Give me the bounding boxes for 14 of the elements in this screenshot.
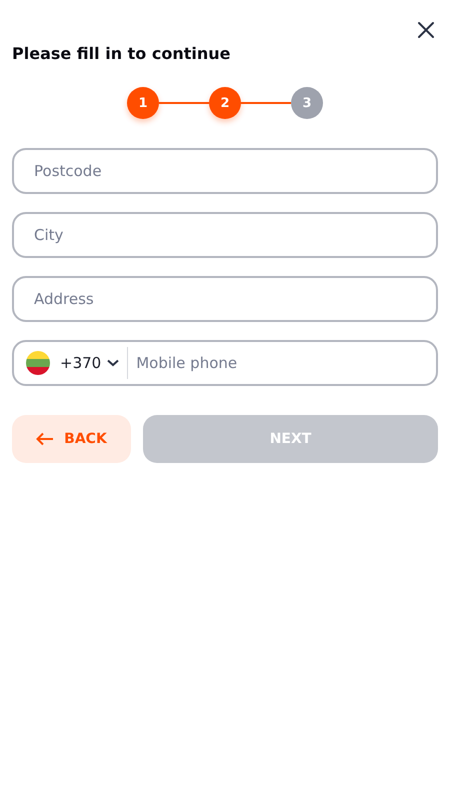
step-indicator: 2 xyxy=(209,87,241,119)
step-indicator: 1 xyxy=(127,87,159,119)
step-indicator: 3 xyxy=(291,87,323,119)
text-input-field[interactable]: City xyxy=(12,212,438,258)
text-input-field[interactable]: Postcode xyxy=(12,148,438,194)
close-button[interactable] xyxy=(416,20,436,40)
phone-input-field[interactable]: +370 Mobile phone xyxy=(12,340,438,386)
text-input-field[interactable]: Address xyxy=(12,276,438,322)
form-title: Please fill in to continue xyxy=(12,44,232,63)
chevron-down-icon xyxy=(107,359,120,367)
flag-icon xyxy=(26,351,50,375)
arrow-left-icon xyxy=(36,432,54,446)
country-code-dropdown[interactable]: +370 xyxy=(26,347,128,379)
close-icon xyxy=(416,20,436,40)
